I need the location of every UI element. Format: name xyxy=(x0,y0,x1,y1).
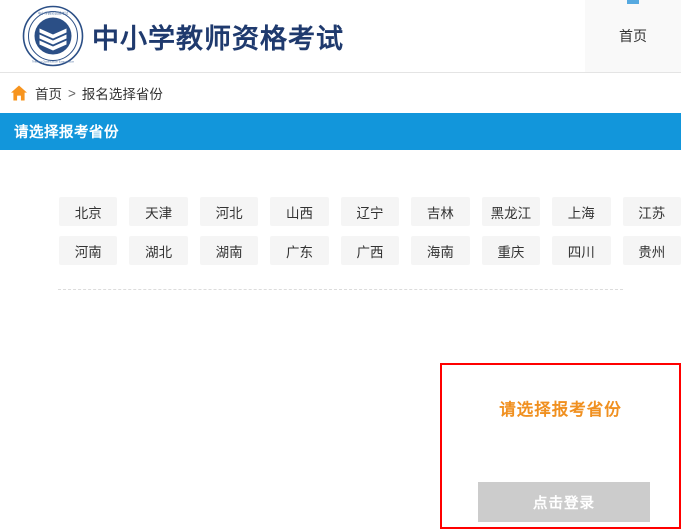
province-button-广东[interactable]: 广东 xyxy=(270,236,329,265)
svg-text:Teacher Qualification Examinat: Teacher Qualification Examination xyxy=(32,59,75,63)
province-selection-area: 北京 天津 河北 山西 辽宁 吉林 黑龙江 上海 江苏 河南 湖北 湖南 广东 广西 海南 重庆 四川 贵州 xyxy=(0,150,681,290)
province-button-河北[interactable]: 河北 xyxy=(199,197,259,226)
page-title: 中小学教师资格考试 xyxy=(92,23,344,54)
province-button-山西[interactable]: 山西 xyxy=(270,197,329,226)
province-button-辽宁[interactable]: 辽宁 xyxy=(340,197,400,226)
province-button-海南[interactable]: 海南 xyxy=(411,236,470,265)
province-button-河南[interactable]: 河南 xyxy=(59,236,118,265)
nav-active-indicator xyxy=(627,0,639,4)
notice-message: 请选择报考省份 xyxy=(499,401,622,419)
province-button-吉林[interactable]: 吉林 xyxy=(411,197,470,226)
breadcrumb: 首页 > 报名选择省份 xyxy=(0,73,681,113)
breadcrumb-item-current: 报名选择省份 xyxy=(81,87,163,102)
breadcrumb-item-home[interactable]: 首页 xyxy=(35,83,62,103)
nav-item-home[interactable]: 首页 xyxy=(619,26,647,46)
brand: 中小学教师资格考试 Teacher Qualification Examinat… xyxy=(22,5,344,67)
svg-text:中小学教师资格考试: 中小学教师资格考试 xyxy=(38,10,69,15)
province-button-广西[interactable]: 广西 xyxy=(340,236,400,265)
province-button-江苏[interactable]: 江苏 xyxy=(622,197,681,226)
province-button-重庆[interactable]: 重庆 xyxy=(481,236,541,265)
header-nav-panel: 首页 xyxy=(585,0,681,72)
breadcrumb-separator: > xyxy=(68,85,76,101)
notice-box: 请选择报考省份 点击登录 xyxy=(440,363,681,529)
province-button-四川[interactable]: 四川 xyxy=(552,236,611,265)
province-button-北京[interactable]: 北京 xyxy=(59,197,118,226)
province-button-湖南[interactable]: 湖南 xyxy=(199,236,259,265)
province-row: 北京 天津 河北 山西 辽宁 吉林 黑龙江 上海 江苏 xyxy=(0,197,681,226)
section-title: 请选择报考省份 xyxy=(14,125,119,141)
section-title-bar: 请选择报考省份 xyxy=(0,113,681,150)
exam-emblem-icon: 中小学教师资格考试 Teacher Qualification Examinat… xyxy=(22,5,84,67)
home-icon xyxy=(10,84,28,102)
province-button-贵州[interactable]: 贵州 xyxy=(622,236,681,265)
province-row: 河南 湖北 湖南 广东 广西 海南 重庆 四川 贵州 xyxy=(0,236,681,265)
province-button-湖北[interactable]: 湖北 xyxy=(129,236,188,265)
login-button[interactable]: 点击登录 xyxy=(478,482,650,522)
province-button-黑龙江[interactable]: 黑龙江 xyxy=(481,197,541,226)
site-header: 中小学教师资格考试 Teacher Qualification Examinat… xyxy=(0,0,681,73)
province-button-天津[interactable]: 天津 xyxy=(129,197,188,226)
province-button-上海[interactable]: 上海 xyxy=(552,197,611,226)
section-divider xyxy=(58,289,623,290)
